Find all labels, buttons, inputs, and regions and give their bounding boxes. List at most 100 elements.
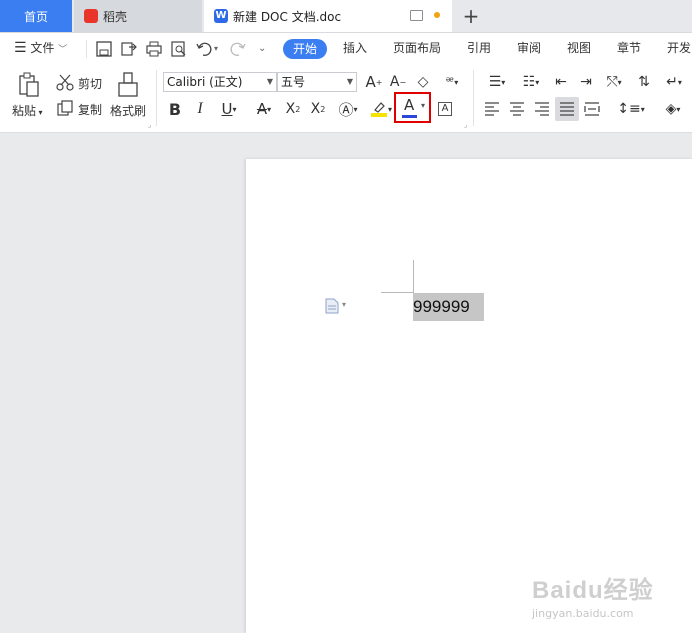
file-menu-label: 文件 — [30, 41, 55, 55]
new-tab-button[interactable]: + — [456, 0, 486, 32]
hamburger-icon: ☰ — [14, 40, 27, 56]
print-preview-icon[interactable] — [170, 40, 188, 58]
tab-document-label: 新建 DOC 文档.doc — [233, 9, 342, 24]
undo-dropdown-icon[interactable]: ▾ — [214, 33, 218, 64]
italic-icon[interactable]: I — [191, 99, 209, 119]
shading-fill-icon[interactable]: ◈ ▾ — [658, 99, 688, 119]
margin-guide — [413, 260, 414, 293]
daoke-logo-icon — [84, 9, 98, 23]
line-spacing-icon[interactable]: ↕≡ ▾ — [616, 99, 646, 119]
document-icon — [325, 298, 339, 314]
clear-format-icon[interactable]: ◇ — [414, 72, 432, 92]
copy-icon — [57, 100, 73, 116]
paste-label: 粘贴 — [12, 104, 37, 118]
divider — [473, 70, 474, 126]
format-painter-icon — [118, 72, 138, 97]
font-color-button[interactable]: A ▾ — [394, 92, 431, 123]
text-effects-icon[interactable]: Ⓐ ▾ — [334, 99, 362, 119]
phonetic-guide-icon[interactable]: ᵆ ▾ — [440, 72, 464, 92]
ribbon-toolbar: 粘贴 ▾ 剪切 复制 格式刷 ⌟ Calibri (正文) ▼ 五号 ▼ A + A −… — [0, 64, 692, 133]
document-page[interactable] — [246, 159, 692, 633]
align-center-icon[interactable] — [509, 101, 525, 117]
unsaved-dot-icon — [434, 12, 440, 18]
customize-dropdown-icon[interactable]: ⌄ — [258, 33, 266, 64]
align-right-icon[interactable] — [534, 101, 550, 117]
paste-icon[interactable] — [17, 72, 41, 98]
underline-icon[interactable]: U ▾ — [214, 99, 244, 119]
font-launcher-icon[interactable]: ⌟ — [464, 121, 467, 129]
font-color-icon: A — [404, 96, 415, 114]
bold-icon[interactable]: B — [166, 99, 184, 119]
watermark-url: jingyan.baidu.com — [532, 607, 634, 620]
margin-guide — [381, 292, 413, 293]
show-marks-icon[interactable]: ↵ ▾ — [660, 72, 688, 92]
baidu-watermark: Baidu经验 jingyan.baidu.com — [532, 570, 682, 626]
title-tab-bar: 首页 稻壳 W 新建 DOC 文档.doc + — [0, 0, 692, 33]
decrease-indent-icon[interactable]: ⇤ — [551, 72, 571, 92]
tab-references[interactable]: 引用 — [467, 33, 491, 64]
tab-developer[interactable]: 开发 — [667, 33, 691, 64]
increase-indent-icon[interactable]: ⇥ — [576, 72, 596, 92]
font-size-select[interactable]: 五号 ▼ — [277, 72, 357, 92]
scissors-icon — [56, 74, 74, 91]
strikethrough-icon[interactable]: A ▾ — [250, 99, 278, 119]
tab-page-layout[interactable]: 页面布局 — [393, 33, 441, 64]
paste-dropdown-icon: ▾ — [36, 108, 43, 117]
export-icon[interactable] — [120, 40, 138, 58]
monitor-icon[interactable] — [410, 10, 423, 21]
tab-review[interactable]: 审阅 — [517, 33, 541, 64]
subscript-icon[interactable]: X2 — [308, 99, 328, 119]
redo-icon[interactable] — [229, 40, 247, 58]
font-name-value: Calibri (正文) — [167, 75, 243, 89]
tab-chapter[interactable]: 章节 — [617, 33, 641, 64]
highlighter-icon — [370, 102, 387, 117]
tab-daoke-label: 稻壳 — [103, 9, 128, 24]
divider — [86, 40, 87, 58]
numbering-icon[interactable]: ☷ ▾ — [517, 72, 545, 92]
clipboard-launcher-icon[interactable]: ⌟ — [148, 121, 151, 129]
selected-text[interactable]: 999999 — [413, 293, 484, 321]
tab-home[interactable]: 首页 — [0, 0, 72, 32]
font-size-value: 五号 — [281, 75, 306, 89]
writer-doc-icon: W — [214, 9, 228, 23]
chevron-down-icon: ﹀ — [58, 45, 68, 55]
print-icon[interactable] — [145, 40, 163, 58]
font-name-select[interactable]: Calibri (正文) ▼ — [163, 72, 277, 92]
font-color-swatch — [402, 115, 417, 118]
divider — [156, 70, 157, 126]
highlight-button[interactable]: ▾ — [367, 99, 395, 119]
menu-bar: ☰ 文件 ﹀ ▾ ⌄ 开始 插入 页面布局 引用 审阅 视图 章节 开发 — [0, 33, 692, 64]
copy-button[interactable]: 复制 — [78, 101, 102, 118]
justify-button[interactable] — [555, 97, 579, 121]
bullets-icon[interactable]: ☰ ▾ — [483, 72, 511, 92]
grow-font-icon[interactable]: A + — [365, 72, 383, 92]
chevron-down-icon: ▾ — [342, 300, 347, 309]
superscript-icon[interactable]: X2 — [283, 99, 303, 119]
char-border-icon: A — [438, 102, 452, 116]
align-left-icon[interactable] — [484, 101, 500, 117]
format-painter-button[interactable]: 格式刷 — [110, 102, 146, 119]
file-menu-button[interactable]: ☰ 文件 ﹀ — [14, 33, 67, 64]
paragraph-options-button[interactable]: ▾ — [325, 298, 349, 314]
tab-start[interactable]: 开始 — [283, 39, 327, 59]
tab-start-label: 开始 — [292, 42, 317, 56]
char-shading-button[interactable]: A — [436, 99, 454, 119]
tab-home-label: 首页 — [23, 9, 48, 24]
shrink-font-icon[interactable]: A − — [389, 72, 407, 92]
distribute-icon[interactable] — [584, 101, 600, 117]
sort-icon[interactable]: ⇅ — [634, 72, 654, 92]
undo-icon[interactable] — [195, 40, 213, 58]
paste-button[interactable]: 粘贴 ▾ — [12, 102, 43, 119]
watermark-brand: Baidu经验 — [532, 577, 654, 604]
chinese-layout-icon[interactable]: ⤲ ▾ — [600, 72, 628, 92]
cut-button[interactable]: 剪切 — [78, 75, 102, 92]
save-icon[interactable] — [95, 40, 113, 58]
tab-insert[interactable]: 插入 — [343, 33, 367, 64]
tab-document[interactable]: W 新建 DOC 文档.doc — [204, 0, 452, 32]
tab-view[interactable]: 视图 — [567, 33, 591, 64]
plus-icon: + — [462, 4, 480, 28]
chevron-down-icon: ▾ — [421, 101, 426, 110]
chevron-down-icon: ▼ — [346, 77, 353, 86]
tab-daoke[interactable]: 稻壳 — [74, 0, 202, 32]
chevron-down-icon: ▼ — [266, 77, 273, 86]
